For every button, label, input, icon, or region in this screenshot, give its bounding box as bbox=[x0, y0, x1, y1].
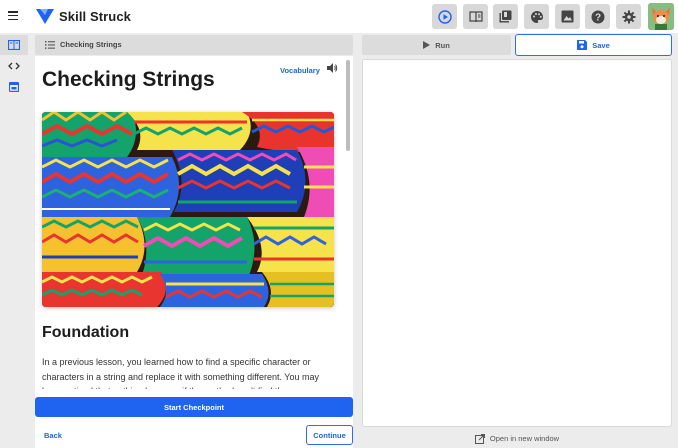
help-icon: ? bbox=[591, 10, 604, 23]
lesson-header: Checking Strings bbox=[35, 35, 353, 55]
palette-icon bbox=[530, 10, 543, 23]
rail-item-lesson[interactable] bbox=[0, 35, 28, 55]
play-circle-icon bbox=[437, 9, 452, 24]
lesson-scrollbar[interactable] bbox=[346, 60, 350, 151]
lesson-footer: Start Checkpoint Back Continue bbox=[35, 389, 353, 448]
run-button[interactable]: Run bbox=[362, 35, 511, 55]
rail-item-code[interactable] bbox=[0, 56, 28, 76]
image-icon bbox=[561, 10, 574, 23]
avatar[interactable] bbox=[648, 3, 674, 30]
brand-name: Skill Struck bbox=[59, 9, 132, 24]
lesson-content[interactable]: Checking Strings Vocabulary Foundation I… bbox=[35, 56, 353, 389]
open-in-new-window-label: Open in new window bbox=[489, 434, 560, 443]
run-label: Run bbox=[435, 40, 450, 50]
speaker-icon[interactable] bbox=[326, 62, 338, 74]
browser-window-icon bbox=[9, 82, 19, 92]
skill-struck-logo bbox=[36, 9, 54, 24]
svg-text:?: ? bbox=[594, 12, 600, 23]
library-toolbar-button[interactable] bbox=[493, 4, 518, 29]
colorful-fabric-image bbox=[42, 112, 334, 307]
save-icon bbox=[577, 40, 588, 50]
save-button[interactable]: Save bbox=[515, 34, 672, 56]
open-external-icon bbox=[474, 433, 485, 444]
lesson-title: Checking Strings bbox=[42, 68, 215, 91]
left-rail bbox=[0, 33, 28, 448]
section-title: Foundation bbox=[42, 324, 130, 341]
fabric-illustration bbox=[42, 112, 334, 307]
lesson-header-label: Checking Strings bbox=[60, 40, 122, 49]
lesson-book-icon bbox=[8, 40, 20, 50]
save-label: Save bbox=[592, 40, 610, 50]
vocabulary-link[interactable]: Vocabulary bbox=[280, 66, 320, 75]
open-in-new-window-button[interactable]: Open in new window bbox=[362, 429, 672, 448]
start-checkpoint-button[interactable]: Start Checkpoint bbox=[35, 397, 353, 417]
library-icon bbox=[499, 10, 512, 23]
book-icon bbox=[468, 10, 483, 22]
fox-avatar-icon bbox=[648, 3, 674, 30]
output-preview-panel[interactable] bbox=[362, 59, 672, 427]
run-toolbar-button[interactable] bbox=[432, 4, 457, 29]
settings-toolbar-button[interactable] bbox=[616, 4, 641, 29]
play-icon bbox=[423, 41, 431, 49]
continue-button[interactable]: Continue bbox=[306, 425, 353, 445]
top-bar: Skill Struck ? bbox=[0, 0, 678, 33]
lesson-paragraph: In a previous lesson, you learned how to… bbox=[42, 357, 319, 389]
rail-item-preview[interactable] bbox=[0, 77, 28, 97]
image-toolbar-button[interactable] bbox=[555, 4, 580, 29]
gear-icon bbox=[622, 10, 635, 23]
palette-toolbar-button[interactable] bbox=[524, 4, 549, 29]
hamburger-menu-icon[interactable] bbox=[8, 11, 18, 21]
help-toolbar-button[interactable]: ? bbox=[585, 4, 610, 29]
back-button[interactable]: Back bbox=[44, 431, 62, 440]
code-icon bbox=[8, 62, 20, 70]
reader-toolbar-button[interactable] bbox=[463, 4, 488, 29]
list-icon bbox=[45, 41, 55, 49]
